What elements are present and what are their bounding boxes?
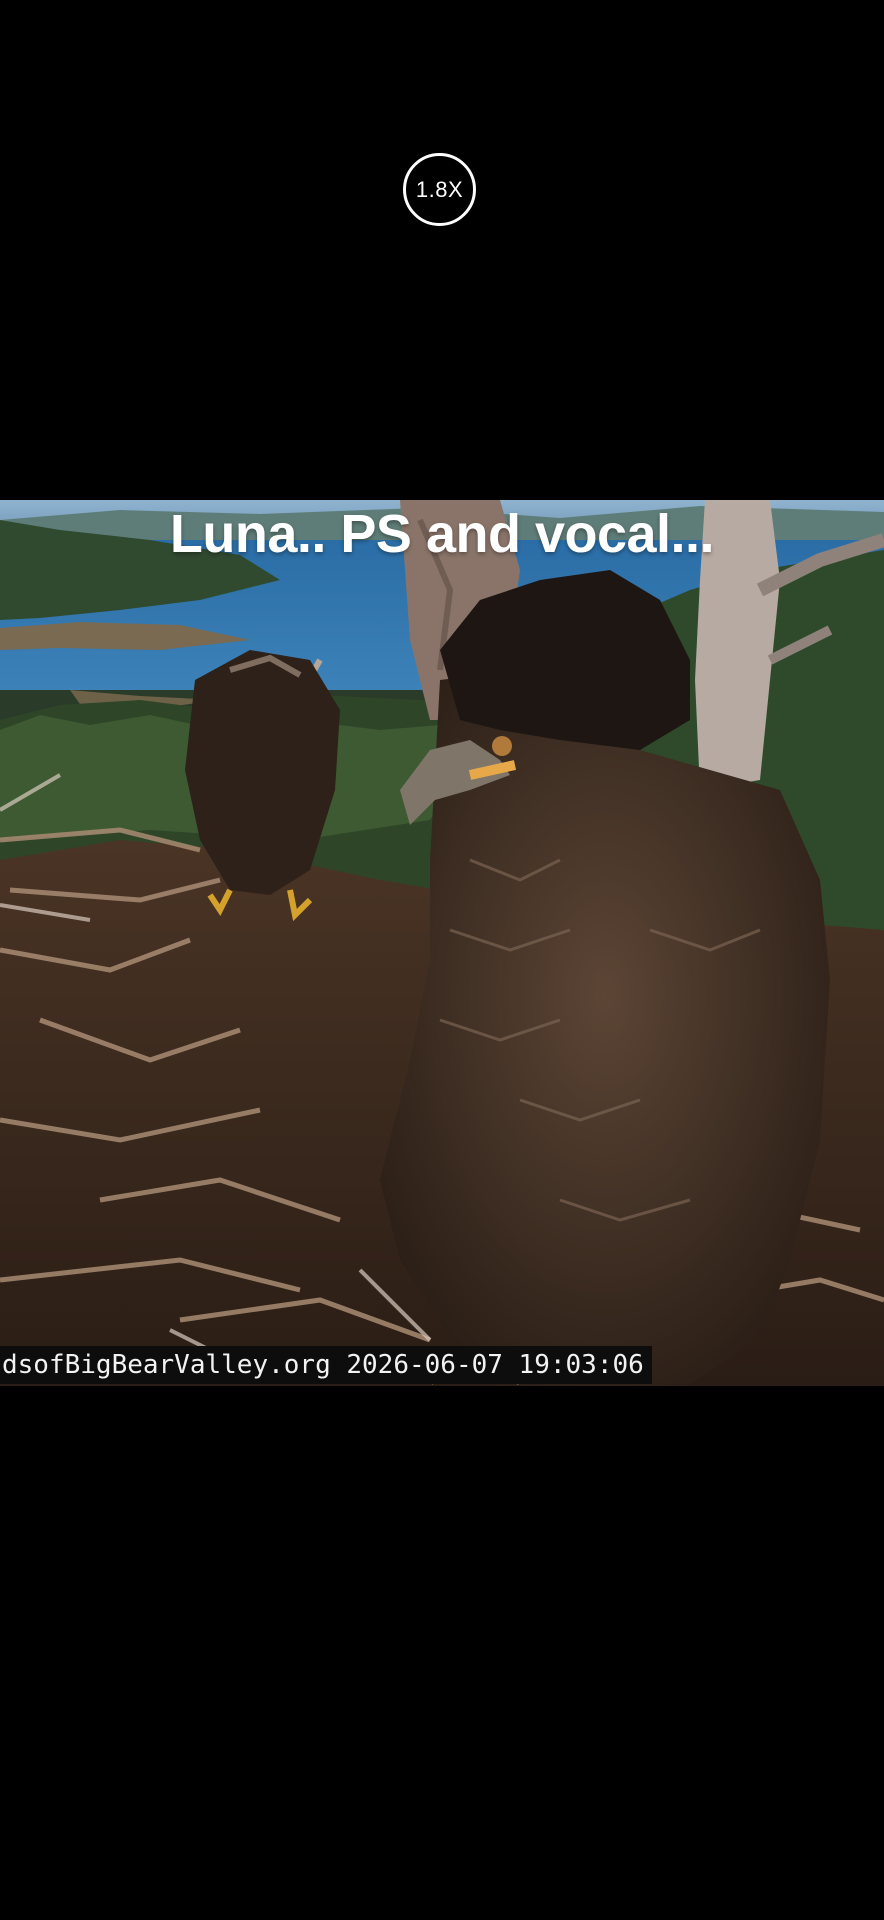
stream-timestamp-overlay: dsofBigBearValley.org 2026-06-07 19:03:0…: [0, 1346, 652, 1384]
video-frame[interactable]: [0, 500, 884, 1386]
playback-speed-badge[interactable]: 1.8X: [403, 153, 476, 226]
video-caption: Luna.. PS and vocal...: [169, 504, 715, 564]
eagle-nest-scene: [0, 500, 884, 1386]
